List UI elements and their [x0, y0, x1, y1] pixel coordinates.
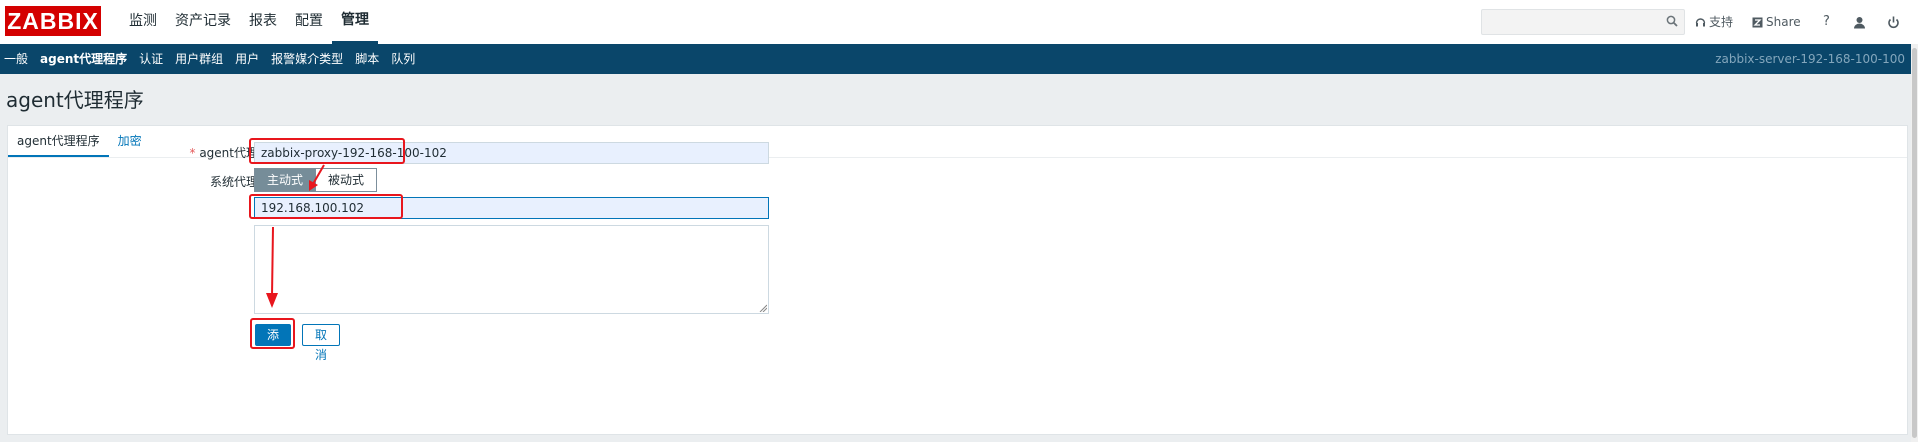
user-icon: [1854, 16, 1865, 28]
description-textarea[interactable]: [254, 225, 769, 314]
logout-button[interactable]: [1887, 0, 1900, 44]
menu-administration[interactable]: 管理: [332, 0, 378, 44]
main-menu: 监测 资产记录 报表 配置 管理: [120, 0, 378, 44]
submenu-general[interactable]: 一般: [0, 44, 34, 74]
proxy-mode-toggle: 主动式 被动式: [254, 168, 378, 192]
proxy-form-panel: agent代理程序 加密 * agent代理程序名称 系统代理程序模式 主动式 …: [7, 125, 1908, 435]
support-label: 支持: [1709, 15, 1734, 29]
submenu-media-types[interactable]: 报警媒介类型: [265, 44, 349, 74]
submenu-user-groups[interactable]: 用户群组: [169, 44, 229, 74]
mode-active-option[interactable]: 主动式: [254, 168, 317, 192]
top-header: ZABBIX 监测 资产记录 报表 配置 管理 支持 Share ?: [0, 0, 1918, 45]
menu-monitoring[interactable]: 监测: [120, 0, 166, 44]
mode-passive-option[interactable]: 被动式: [316, 168, 378, 192]
share-icon: [1752, 17, 1763, 27]
menu-inventory[interactable]: 资产记录: [166, 0, 240, 44]
search-input[interactable]: [1481, 9, 1685, 35]
submenu-scripts[interactable]: 脚本: [349, 44, 385, 74]
headset-icon: [1695, 17, 1706, 26]
menu-reports[interactable]: 报表: [240, 0, 286, 44]
add-button[interactable]: 添加: [255, 324, 291, 362]
support-link[interactable]: 支持: [1695, 0, 1733, 44]
submenu-authentication[interactable]: 认证: [133, 44, 169, 74]
share-label: Share: [1766, 15, 1801, 29]
power-icon: [1888, 16, 1899, 28]
required-marker: *: [189, 146, 200, 160]
proxy-name-input[interactable]: [254, 142, 769, 164]
menu-configuration[interactable]: 配置: [286, 0, 332, 44]
search-icon[interactable]: [1666, 15, 1678, 27]
server-name: zabbix-server-192-168-100-100: [1715, 52, 1905, 66]
zabbix-logo[interactable]: ZABBIX: [5, 6, 101, 36]
share-link[interactable]: Share: [1752, 0, 1801, 44]
submenu-users[interactable]: 用户: [229, 44, 265, 74]
help-button[interactable]: ?: [1823, 0, 1830, 44]
resize-handle-icon[interactable]: [759, 304, 767, 312]
sub-menu: 一般 agent代理程序 认证 用户群组 用户 报警媒介类型 脚本 队列: [0, 44, 421, 74]
submenu-queue[interactable]: 队列: [385, 44, 421, 74]
cancel-button[interactable]: 取消: [302, 324, 340, 362]
page-title: agent代理程序: [6, 88, 144, 112]
proxy-address-input[interactable]: [254, 197, 769, 219]
scrollbar-thumb[interactable]: [1912, 48, 1917, 438]
sub-menu-bar: 一般 agent代理程序 认证 用户群组 用户 报警媒介类型 脚本 队列 zab…: [0, 44, 1918, 74]
submenu-proxies[interactable]: agent代理程序: [34, 44, 133, 74]
user-profile-button[interactable]: [1853, 0, 1866, 44]
